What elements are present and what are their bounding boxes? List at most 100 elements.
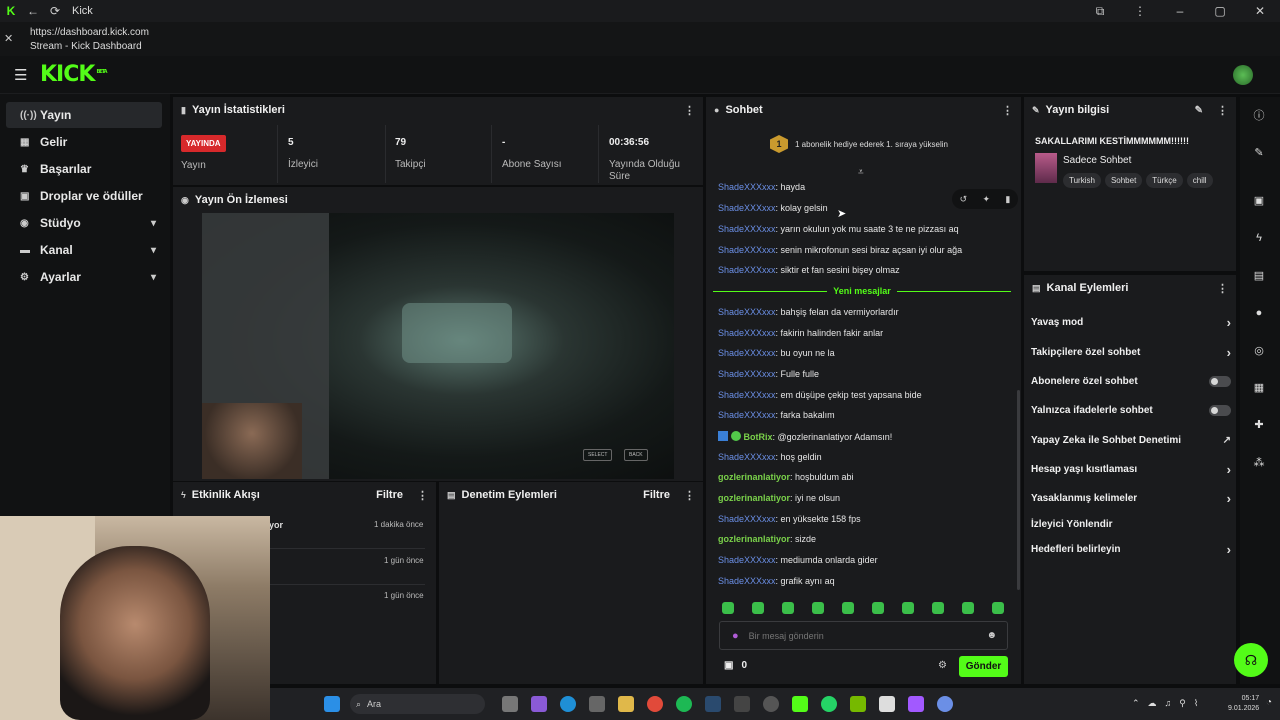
microphone-icon[interactable]: ● xyxy=(732,630,739,642)
edit-icon[interactable]: ✎ xyxy=(1195,105,1203,116)
task-view-icon[interactable] xyxy=(502,696,518,712)
pinned-toggle-icon[interactable]: ⩡ xyxy=(858,167,864,178)
chat-input-box[interactable]: ● ☻ xyxy=(719,621,1008,650)
maximize-icon[interactable]: ▢ xyxy=(1200,4,1240,19)
taskbar-search[interactable]: ⌕ Ara xyxy=(350,694,485,714)
panel-icon[interactable]: ▦ xyxy=(1248,376,1270,398)
chat-username[interactable]: ShadeXXXxxx xyxy=(718,390,776,400)
sidebar-item-ayarlar[interactable]: ⚙ Ayarlar ▾ xyxy=(6,264,162,290)
chat-settings-icon[interactable]: ⚙ xyxy=(938,660,947,671)
help-button[interactable]: ☊ xyxy=(1234,643,1268,677)
whatsapp-icon[interactable] xyxy=(821,696,837,712)
category-name[interactable]: Sadece Sohbet xyxy=(1063,155,1131,166)
avatar[interactable] xyxy=(1233,65,1253,85)
menu-icon[interactable]: ⋮ xyxy=(1120,4,1160,19)
chat-username[interactable]: ShadeXXXxxx xyxy=(718,348,776,358)
clock[interactable]: 05:17 9.01.2026 xyxy=(1228,694,1259,714)
chat-username[interactable]: ShadeXXXxxx xyxy=(718,514,776,524)
emote-only-toggle[interactable] xyxy=(1209,404,1231,416)
steam-icon[interactable] xyxy=(705,696,721,712)
action-goals[interactable]: Hedefleri belirleyin › xyxy=(1031,538,1231,560)
chat-username[interactable]: ShadeXXXxxx xyxy=(718,369,776,379)
sidebar-item-yayin[interactable]: ((·)) Yayın xyxy=(6,102,162,128)
chat-username[interactable]: ShadeXXXxxx xyxy=(718,245,776,255)
obs-icon[interactable] xyxy=(763,696,779,712)
chat-username[interactable]: ShadeXXXxxx xyxy=(718,576,776,586)
emote-icon[interactable] xyxy=(842,602,854,614)
sidebar-item-droplar[interactable]: ▣ Droplar ve ödüller xyxy=(6,183,162,209)
g-app-icon[interactable] xyxy=(879,696,895,712)
reload-icon[interactable]: ⟳ xyxy=(44,4,66,18)
chat-username[interactable]: gozlerinanlatiyor xyxy=(718,493,790,503)
tab-icon[interactable]: ⧉ xyxy=(1080,4,1120,19)
action-host[interactable]: İzleyici Yönlendir xyxy=(1031,513,1231,535)
hamburger-icon[interactable]: ☰ xyxy=(14,66,27,84)
tag[interactable]: Türkçe xyxy=(1146,173,1183,188)
spotify-icon[interactable] xyxy=(676,696,692,712)
emote-icon[interactable] xyxy=(872,602,884,614)
tag[interactable]: Sohbet xyxy=(1104,173,1143,188)
kick-taskbar-icon[interactable] xyxy=(792,696,808,712)
store-icon[interactable] xyxy=(589,696,605,712)
misc-app-icon[interactable] xyxy=(937,696,953,712)
activity-filter-button[interactable]: Filtre xyxy=(376,489,403,501)
vs-icon[interactable] xyxy=(908,696,924,712)
undo-icon[interactable]: ↺ xyxy=(960,194,968,205)
emote-icon[interactable] xyxy=(722,602,734,614)
pencil-icon[interactable]: ✎ xyxy=(1248,141,1270,163)
chat-input[interactable] xyxy=(748,630,959,641)
send-button[interactable]: Gönder xyxy=(959,656,1008,677)
moderation-filter-button[interactable]: Filtre xyxy=(643,489,670,501)
chat-username[interactable]: ShadeXXXxxx xyxy=(718,203,776,213)
back-icon[interactable]: ← xyxy=(22,4,44,18)
notification-icon[interactable]: ◔ xyxy=(1266,697,1272,708)
chat-username[interactable]: ShadeXXXxxx xyxy=(718,224,776,234)
edge-icon[interactable] xyxy=(560,696,576,712)
action-ai-moderation[interactable]: Yapay Zeka ile Sohbet Denetimi ↗ xyxy=(1031,429,1231,451)
emoji-picker-icon[interactable]: ☻ xyxy=(986,630,997,641)
emote-icon[interactable] xyxy=(782,602,794,614)
more-icon[interactable]: ⋮ xyxy=(684,104,695,117)
url-text[interactable]: https://dashboard.kick.com xyxy=(30,27,149,38)
chat-scrollbar[interactable] xyxy=(1017,390,1020,590)
chat-username[interactable]: ShadeXXXxxx xyxy=(718,307,776,317)
more-icon[interactable]: ⋮ xyxy=(417,489,428,502)
emote-icon[interactable] xyxy=(992,602,1004,614)
emote-icon[interactable] xyxy=(902,602,914,614)
tool-icon[interactable]: ✚ xyxy=(1248,413,1270,435)
chrome-icon[interactable] xyxy=(647,696,663,712)
more-icon[interactable]: ⋮ xyxy=(1002,104,1013,117)
pin-icon[interactable]: ✦ xyxy=(983,194,991,205)
chat-username[interactable]: ShadeXXXxxx xyxy=(718,328,776,338)
nvidia-icon[interactable] xyxy=(850,696,866,712)
emote-icon[interactable] xyxy=(932,602,944,614)
emote-icon[interactable] xyxy=(962,602,974,614)
action-slow-mode[interactable]: Yavaş mod › xyxy=(1031,311,1231,333)
kick-logo[interactable]: KICK BETA xyxy=(40,62,108,87)
action-banned-words[interactable]: Yasaklanmış kelimeler › xyxy=(1031,487,1231,509)
tag[interactable]: chill xyxy=(1186,173,1213,188)
share-icon[interactable]: ⁂ xyxy=(1248,451,1270,473)
chat-username[interactable]: ShadeXXXxxx xyxy=(718,265,776,275)
more-icon[interactable]: ⋮ xyxy=(1217,104,1228,117)
chat-username[interactable]: gozlerinanlatiyor xyxy=(718,534,790,544)
subscribers-only-toggle[interactable] xyxy=(1209,375,1231,387)
close-url-icon[interactable]: ✕ xyxy=(4,32,13,45)
chat-username[interactable]: BotRix xyxy=(744,432,773,442)
delete-icon[interactable]: ▮ xyxy=(1005,194,1010,205)
chat-icon[interactable]: ● xyxy=(1248,302,1270,324)
gift-leaderboard[interactable]: 1 1 abonelik hediye ederek 1. sıraya yük… xyxy=(770,135,948,153)
screen-icon[interactable]: ▣ xyxy=(1248,189,1270,211)
chat-username[interactable]: ShadeXXXxxx xyxy=(718,452,776,462)
close-window-icon[interactable]: ✕ xyxy=(1240,4,1280,19)
chat-username[interactable]: gozlerinanlatiyor xyxy=(718,472,790,482)
folder-icon[interactable] xyxy=(618,696,634,712)
action-account-age[interactable]: Hesap yaşı kısıtlaması › xyxy=(1031,458,1231,480)
emote-icon[interactable] xyxy=(812,602,824,614)
chat-username[interactable]: ShadeXXXxxx xyxy=(718,182,776,192)
lightning-icon[interactable]: ϟ xyxy=(1248,227,1270,249)
document-icon[interactable]: ▤ xyxy=(1248,264,1270,286)
info-icon[interactable]: ⓘ xyxy=(1248,104,1270,126)
more-icon[interactable]: ⋮ xyxy=(684,489,695,502)
chat-username[interactable]: ShadeXXXxxx xyxy=(718,555,776,565)
